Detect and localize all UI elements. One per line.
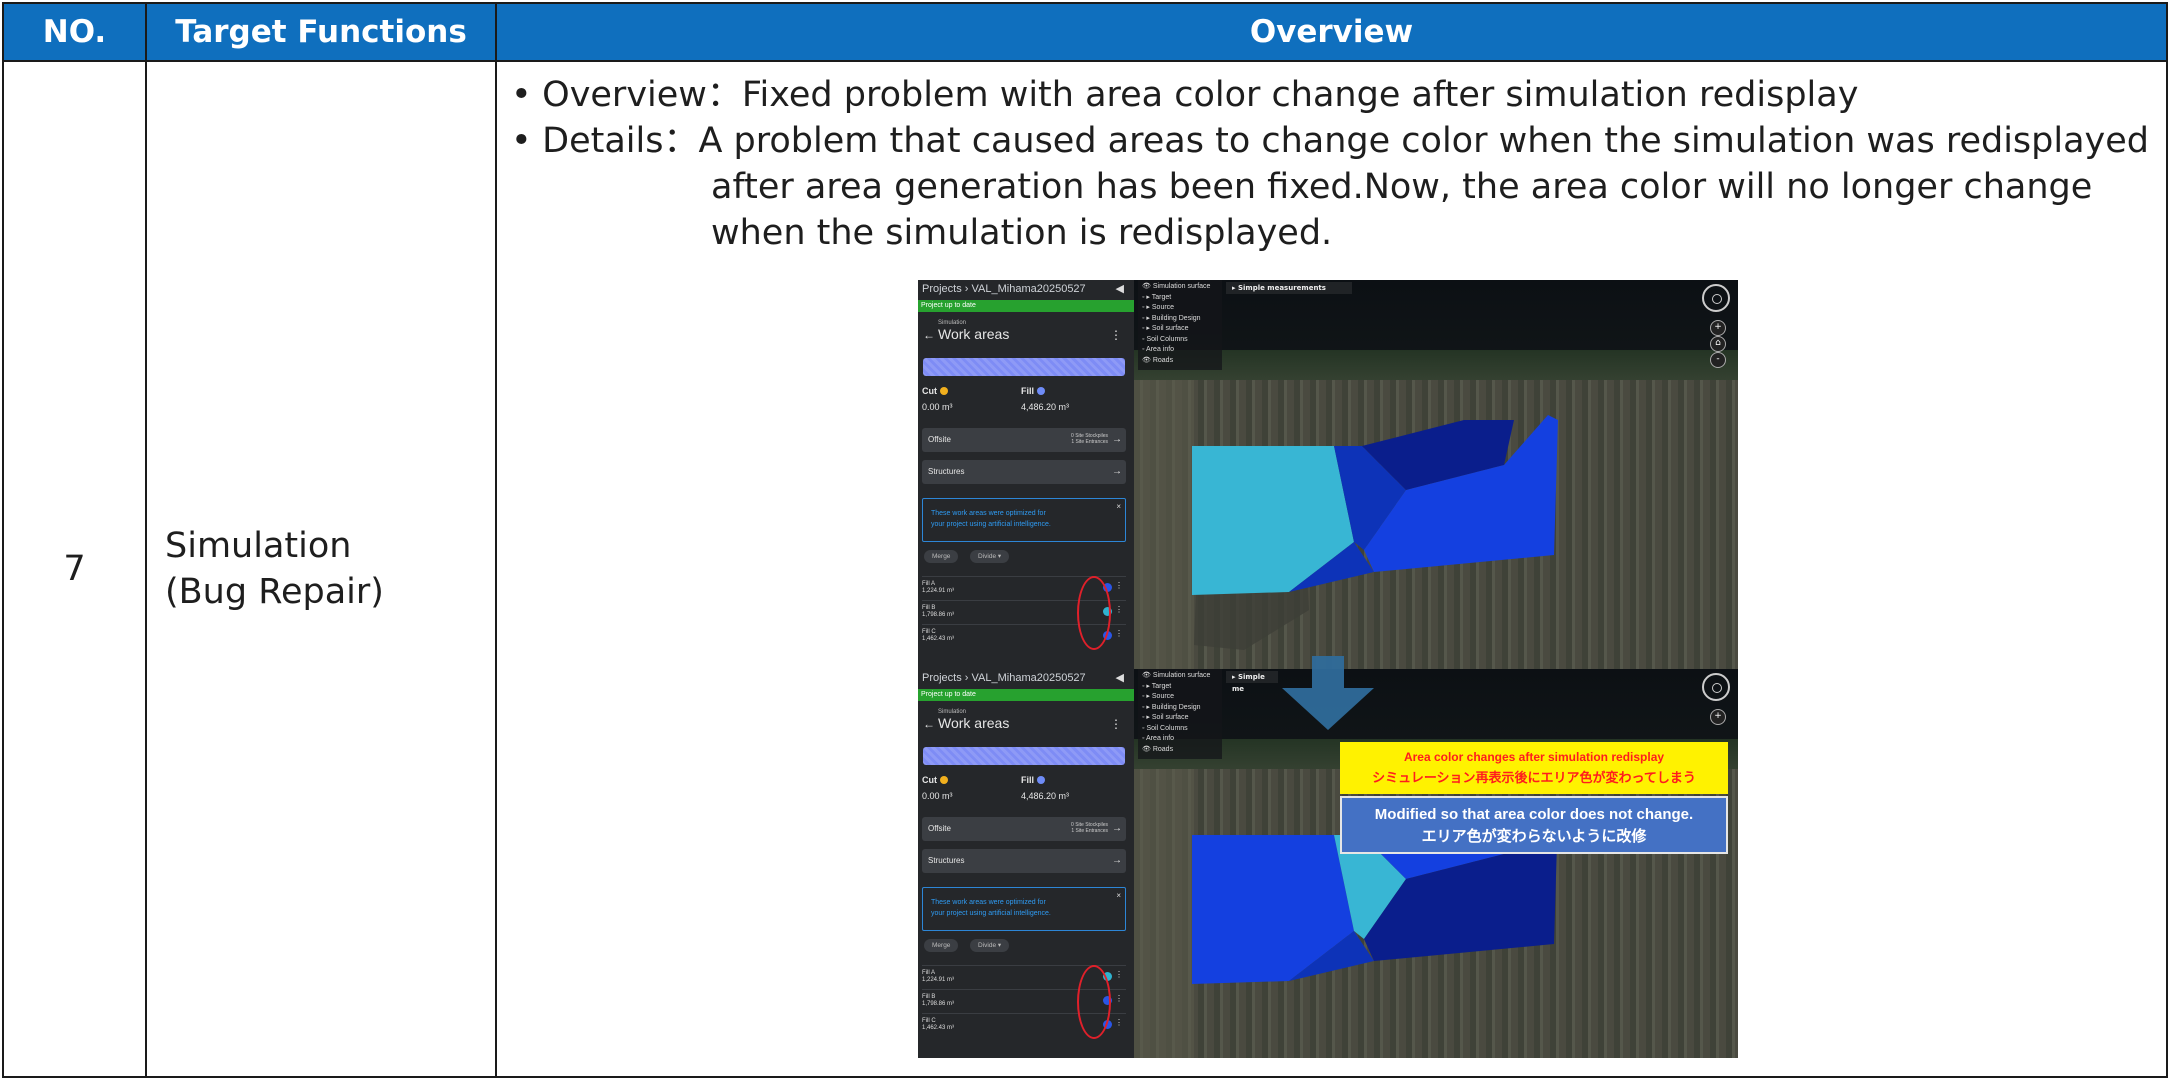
- callout-before: Area color changes after simulation redi…: [1340, 742, 1728, 794]
- header-row: NO. Target Functions Overview: [2, 2, 2168, 62]
- header-no: NO.: [2, 2, 147, 62]
- overview-bullets: • Overview：Fixed problem with area color…: [511, 72, 2168, 256]
- details-continuation: after area generation has been fixed.Now…: [711, 167, 2093, 207]
- header-target-functions: Target Functions: [145, 2, 497, 62]
- details-bullet: • Details：A problem that caused areas to…: [511, 121, 2150, 161]
- header-overview: Overview: [495, 2, 2168, 62]
- function-type: (Bug Repair): [165, 572, 384, 612]
- overview-bullet: • Overview：Fixed problem with area color…: [511, 75, 1859, 115]
- down-arrow-icon: [1282, 656, 1374, 730]
- callout-after: Modified so that area color does not cha…: [1340, 796, 1728, 854]
- details-continuation: when the simulation is redisplayed.: [711, 213, 1333, 253]
- target-function-cell: Simulation (Bug Repair): [145, 60, 497, 1078]
- function-name: Simulation: [165, 526, 352, 566]
- row-number: 7: [2, 60, 147, 1078]
- before-after-screenshot: Projects › VAL_Mihama20250527 ◀ Project …: [918, 280, 1738, 1058]
